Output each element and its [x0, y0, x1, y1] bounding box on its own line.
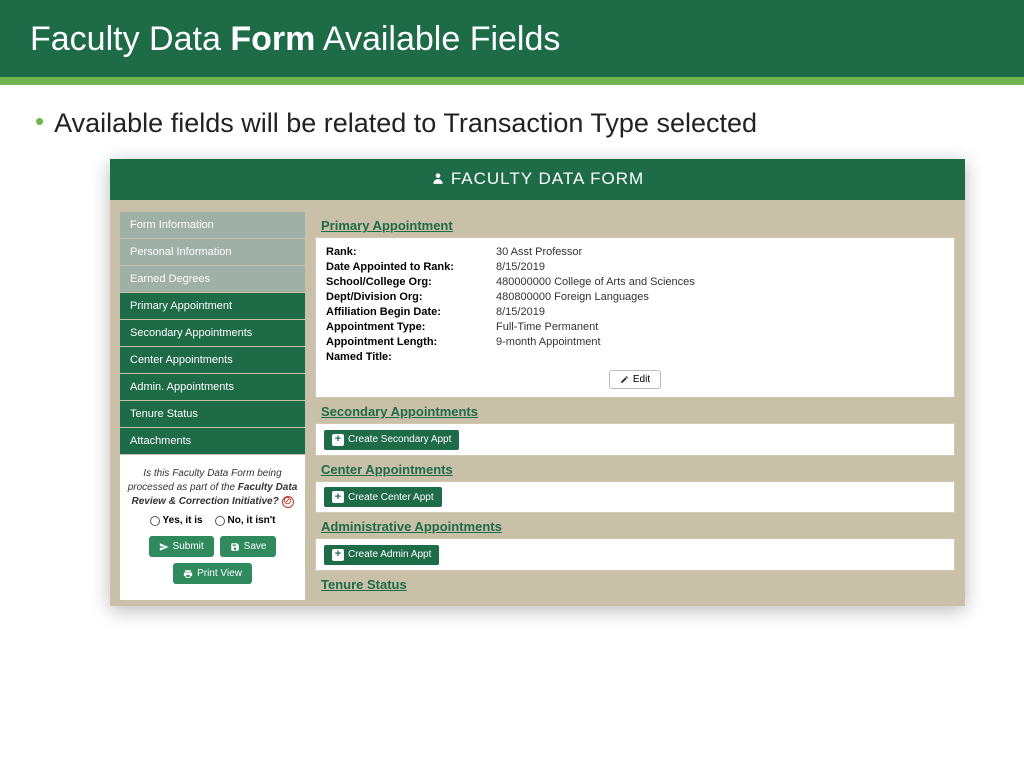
- user-icon: [431, 170, 445, 190]
- nav-item[interactable]: Admin. Appointments: [120, 374, 305, 401]
- field-value: 30 Asst Professor: [496, 246, 582, 258]
- create-admin-button[interactable]: + Create Admin Appt: [324, 545, 439, 565]
- field-row: Appointment Length:9-month Appointment: [326, 334, 944, 349]
- edit-button[interactable]: Edit: [609, 370, 661, 389]
- print-button[interactable]: Print View: [173, 563, 252, 584]
- secondary-panel: + Create Secondary Appt: [315, 423, 955, 456]
- admin-panel: + Create Admin Appt: [315, 538, 955, 571]
- nav-item[interactable]: Secondary Appointments: [120, 320, 305, 347]
- field-row: Date Appointed to Rank:8/15/2019: [326, 259, 944, 274]
- radio-yes[interactable]: Yes, it is: [150, 515, 203, 526]
- print-label: Print View: [197, 568, 242, 579]
- field-value: 9-month Appointment: [496, 336, 601, 348]
- button-row-1: Submit Save: [126, 536, 299, 557]
- create-secondary-label: Create Secondary Appt: [348, 434, 451, 445]
- edit-wrap: Edit: [326, 370, 944, 389]
- field-row: Named Title:: [326, 349, 944, 364]
- nav-item[interactable]: Earned Degrees: [120, 266, 305, 293]
- slide-header: Faculty Data Form Available Fields: [0, 0, 1024, 77]
- field-row: School/College Org:480000000 College of …: [326, 274, 944, 289]
- radio-no-label: No, it isn't: [228, 515, 276, 526]
- accent-bar: [0, 77, 1024, 85]
- field-label: Appointment Length:: [326, 336, 496, 348]
- print-icon: [183, 569, 193, 579]
- radio-circle-icon: [150, 516, 160, 526]
- field-row: Affiliation Begin Date:8/15/2019: [326, 304, 944, 319]
- edit-label: Edit: [633, 374, 650, 385]
- nav-item[interactable]: Form Information: [120, 212, 305, 239]
- field-label: Appointment Type:: [326, 321, 496, 333]
- center-section-title: Center Appointments: [321, 462, 955, 477]
- app-header: FACULTY DATA FORM: [110, 159, 965, 200]
- primary-panel: Rank:30 Asst ProfessorDate Appointed to …: [315, 237, 955, 398]
- field-label: Dept/Division Org:: [326, 291, 496, 303]
- radio-yes-label: Yes, it is: [163, 515, 203, 526]
- field-label: Named Title:: [326, 351, 496, 363]
- nav-item[interactable]: Attachments: [120, 428, 305, 455]
- bullet-text: Available fields will be related to Tran…: [54, 105, 757, 141]
- radio-no[interactable]: No, it isn't: [215, 515, 276, 526]
- radio-circle-icon: [215, 516, 225, 526]
- field-row: Appointment Type:Full-Time Permanent: [326, 319, 944, 334]
- primary-section-title: Primary Appointment: [321, 218, 955, 233]
- create-center-label: Create Center Appt: [348, 492, 434, 503]
- field-label: Rank:: [326, 246, 496, 258]
- save-icon: [230, 542, 240, 552]
- plus-icon: +: [332, 491, 344, 503]
- nav-item[interactable]: Primary Appointment: [120, 293, 305, 320]
- tenure-section-title: Tenure Status: [321, 577, 955, 592]
- field-value: Full-Time Permanent: [496, 321, 598, 333]
- nav-item[interactable]: Personal Information: [120, 239, 305, 266]
- app-body: Form InformationPersonal InformationEarn…: [110, 200, 965, 606]
- field-label: Affiliation Begin Date:: [326, 306, 496, 318]
- button-row-2: Print View: [126, 563, 299, 584]
- title-part1: Faculty Data: [30, 20, 230, 58]
- radio-group: Yes, it is No, it isn't: [126, 515, 299, 526]
- slide-title: Faculty Data Form Available Fields: [30, 20, 994, 59]
- sidebar: Form InformationPersonal InformationEarn…: [120, 212, 305, 600]
- field-value: 8/15/2019: [496, 261, 545, 273]
- pencil-icon: [620, 375, 629, 384]
- bullet-item: • Available fields will be related to Tr…: [35, 105, 989, 141]
- create-secondary-button[interactable]: + Create Secondary Appt: [324, 430, 459, 450]
- submit-button[interactable]: Submit: [149, 536, 214, 557]
- save-label: Save: [244, 541, 267, 552]
- create-admin-label: Create Admin Appt: [348, 549, 431, 560]
- plus-icon: +: [332, 549, 344, 561]
- field-value: 8/15/2019: [496, 306, 545, 318]
- field-label: School/College Org:: [326, 276, 496, 288]
- secondary-section-title: Secondary Appointments: [321, 404, 955, 419]
- app-header-text: FACULTY DATA FORM: [451, 169, 644, 188]
- field-value: 480000000 College of Arts and Sciences: [496, 276, 695, 288]
- field-row: Rank:30 Asst Professor: [326, 244, 944, 259]
- submit-label: Submit: [173, 541, 204, 552]
- nav-item[interactable]: Center Appointments: [120, 347, 305, 374]
- title-part2: Available Fields: [315, 20, 560, 58]
- denied-icon: ⊘: [282, 496, 294, 508]
- save-button[interactable]: Save: [220, 536, 277, 557]
- send-icon: [159, 542, 169, 552]
- nav-item[interactable]: Tenure Status: [120, 401, 305, 428]
- plus-icon: +: [332, 434, 344, 446]
- field-row: Dept/Division Org:480800000 Foreign Lang…: [326, 289, 944, 304]
- admin-section-title: Administrative Appointments: [321, 519, 955, 534]
- sidebar-lower: Is this Faculty Data Form being processe…: [120, 455, 305, 600]
- app-screenshot: FACULTY DATA FORM Form InformationPerson…: [110, 159, 965, 606]
- slide-body: • Available fields will be related to Tr…: [0, 85, 1024, 626]
- field-value: 480800000 Foreign Languages: [496, 291, 649, 303]
- create-center-button[interactable]: + Create Center Appt: [324, 487, 442, 507]
- center-panel: + Create Center Appt: [315, 481, 955, 514]
- title-bold: Form: [230, 20, 315, 58]
- nav-list: Form InformationPersonal InformationEarn…: [120, 212, 305, 455]
- field-label: Date Appointed to Rank:: [326, 261, 496, 273]
- bullet-dot-icon: •: [35, 105, 44, 139]
- initiative-question: Is this Faculty Data Form being processe…: [126, 467, 299, 509]
- main-content: Primary Appointment Rank:30 Asst Profess…: [315, 212, 955, 600]
- primary-fields: Rank:30 Asst ProfessorDate Appointed to …: [326, 244, 944, 364]
